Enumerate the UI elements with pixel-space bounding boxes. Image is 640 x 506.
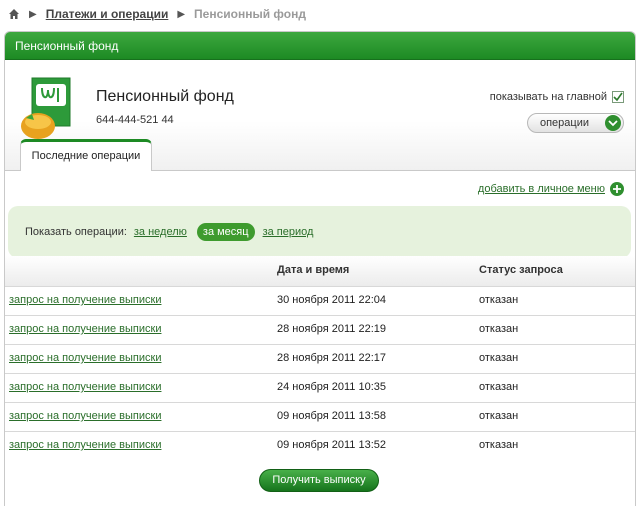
row-status: отказан bbox=[479, 410, 519, 422]
operations-button[interactable]: операции bbox=[527, 113, 624, 133]
show-on-main-checkbox[interactable] bbox=[612, 91, 624, 103]
checkmark-icon bbox=[613, 92, 623, 102]
account-number: 644-444-521 44 bbox=[96, 114, 174, 126]
row-status: отказан bbox=[479, 294, 519, 306]
breadcrumb: ▶ Платежи и операции ▶ Пенсионный фонд bbox=[8, 6, 306, 22]
show-on-main-label: показывать на главной bbox=[489, 91, 607, 103]
column-header-status: Статус запроса bbox=[479, 264, 563, 276]
page-title: Пенсионный фонд bbox=[96, 88, 234, 105]
show-on-main-toggle[interactable]: показывать на главной bbox=[490, 91, 624, 103]
row-datetime: 24 ноября 2011 10:35 bbox=[277, 381, 386, 393]
operations-filter: Показать операции: за неделю за месяц за… bbox=[8, 206, 631, 258]
table-row: запрос на получение выписки 28 ноября 20… bbox=[5, 344, 635, 373]
breadcrumb-separator-icon: ▶ bbox=[29, 8, 37, 20]
filter-period-link[interactable]: за период bbox=[263, 226, 314, 238]
filter-month-selected[interactable]: за месяц bbox=[196, 223, 255, 241]
panel-header-title: Пенсионный фонд bbox=[5, 32, 635, 60]
tab-recent-operations[interactable]: Последние операции bbox=[20, 139, 152, 171]
filter-week-link[interactable]: за неделю bbox=[134, 226, 187, 238]
breadcrumb-payments-link[interactable]: Платежи и операции bbox=[46, 7, 169, 21]
breadcrumb-separator-icon: ▶ bbox=[177, 8, 186, 20]
row-datetime: 09 ноября 2011 13:58 bbox=[277, 410, 386, 422]
request-link[interactable]: запрос на получение выписки bbox=[9, 352, 161, 364]
request-link[interactable]: запрос на получение выписки bbox=[9, 381, 161, 393]
request-link[interactable]: запрос на получение выписки bbox=[9, 410, 161, 422]
pension-fund-logo-icon bbox=[18, 76, 74, 142]
operations-button-label: операции bbox=[539, 117, 590, 129]
row-status: отказан bbox=[479, 352, 519, 364]
request-link[interactable]: запрос на получение выписки bbox=[9, 323, 161, 335]
get-statement-button[interactable]: Получить выписку bbox=[259, 469, 379, 492]
table-row: запрос на получение выписки 24 ноября 20… bbox=[5, 373, 635, 402]
column-header-datetime: Дата и время bbox=[277, 264, 350, 276]
chevron-down-icon bbox=[605, 115, 621, 131]
row-datetime: 09 ноября 2011 13:52 bbox=[277, 439, 386, 451]
table-row: запрос на получение выписки 28 ноября 20… bbox=[5, 315, 635, 344]
row-status: отказан bbox=[479, 323, 519, 335]
table-row: запрос на получение выписки 09 ноября 20… bbox=[5, 402, 635, 431]
plus-icon bbox=[610, 182, 624, 196]
add-to-personal-menu-link[interactable]: добавить в личное меню bbox=[478, 182, 624, 196]
row-status: отказан bbox=[479, 381, 519, 393]
row-status: отказан bbox=[479, 439, 519, 451]
table-row: запрос на получение выписки 09 ноября 20… bbox=[5, 431, 635, 460]
table-header: Дата и время Статус запроса bbox=[5, 256, 635, 286]
filter-label: Показать операции: bbox=[25, 226, 127, 238]
row-datetime: 30 ноября 2011 22:04 bbox=[277, 294, 386, 306]
table-row: запрос на получение выписки 30 ноября 20… bbox=[5, 286, 635, 315]
breadcrumb-current: Пенсионный фонд bbox=[194, 7, 306, 21]
row-datetime: 28 ноября 2011 22:19 bbox=[277, 323, 386, 335]
home-icon[interactable] bbox=[8, 8, 20, 20]
add-to-personal-menu-label: добавить в личное меню bbox=[477, 183, 605, 195]
row-datetime: 28 ноября 2011 22:17 bbox=[277, 352, 386, 364]
request-link[interactable]: запрос на получение выписки bbox=[9, 294, 161, 306]
request-link[interactable]: запрос на получение выписки bbox=[9, 439, 161, 451]
